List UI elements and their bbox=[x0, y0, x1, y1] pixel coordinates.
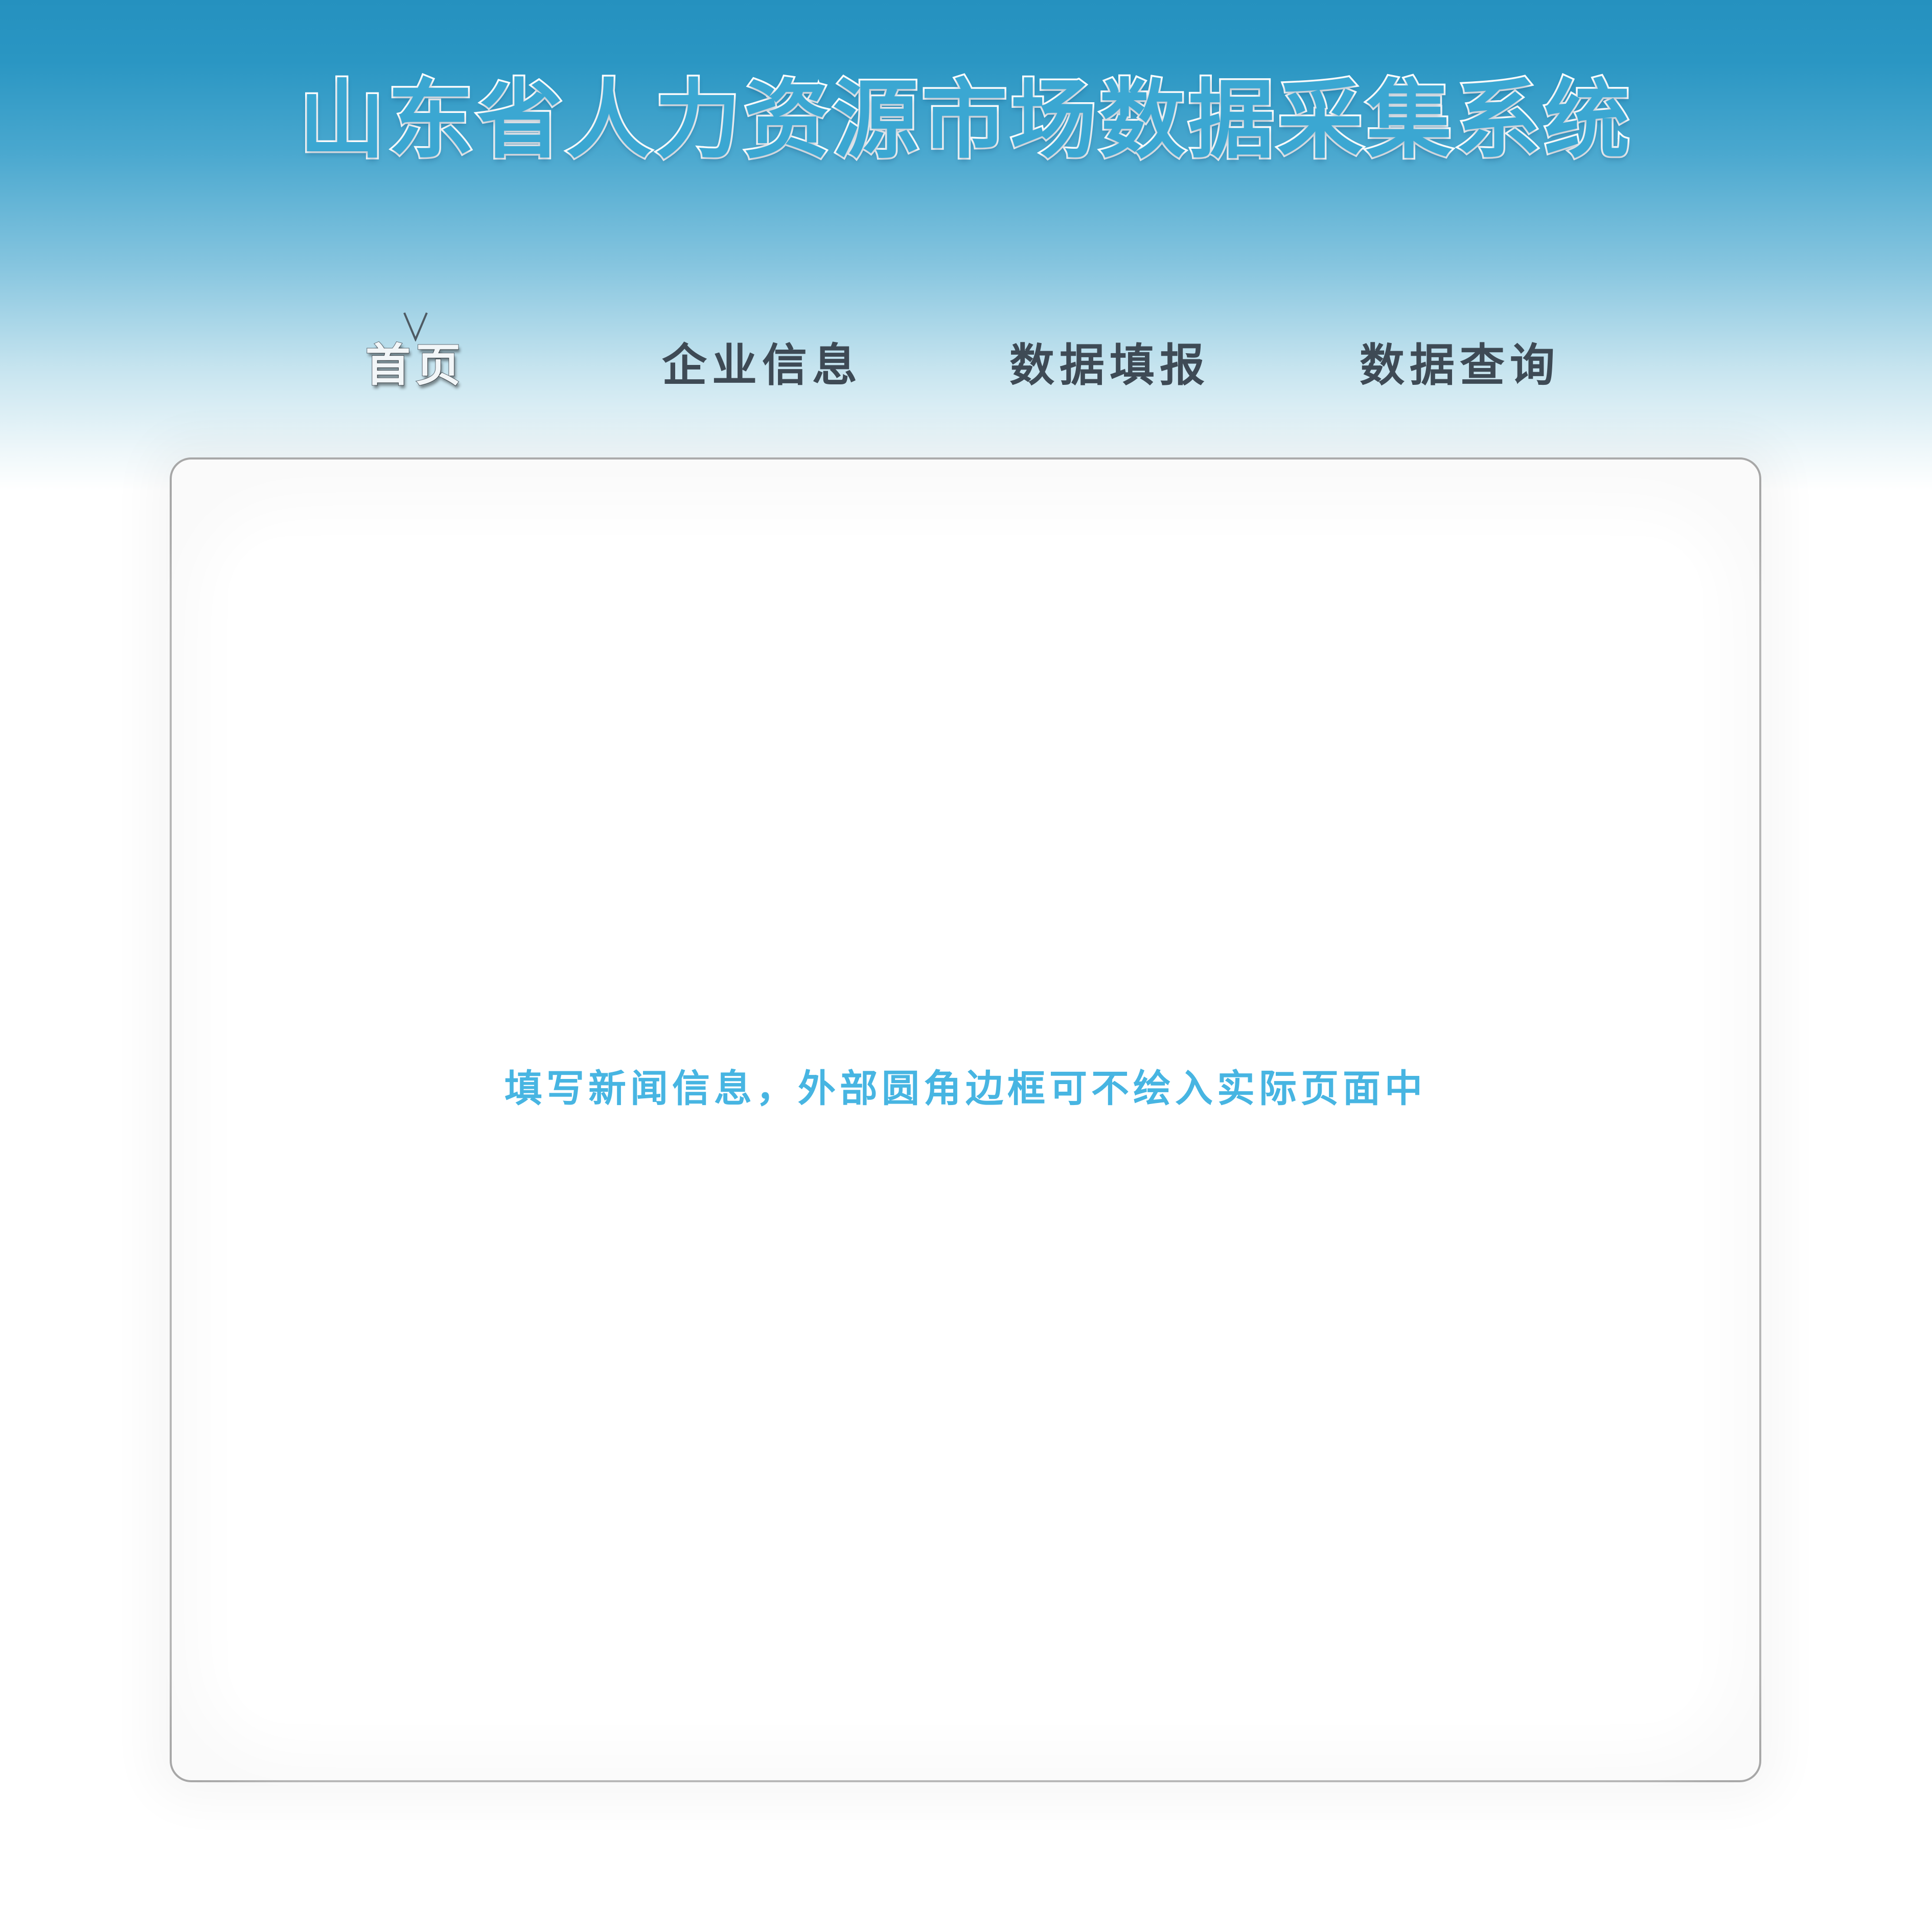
page-background: 山东省人力资源市场数据采集系统 首页 企业信息 数据填报 数据查询 填写新闻信息… bbox=[0, 0, 1932, 1932]
page-title: 山东省人力资源市场数据采集系统 bbox=[297, 68, 1633, 172]
content-area bbox=[228, 536, 1703, 1724]
nav-item-data-entry[interactable]: 数据填报 bbox=[1009, 337, 1210, 394]
nav-item-home[interactable]: 首页 bbox=[365, 337, 466, 394]
nav-item-data-query[interactable]: 数据查询 bbox=[1360, 337, 1560, 394]
content-panel: 填写新闻信息，外部圆角边框可不绘入实际页面中 bbox=[170, 457, 1761, 1782]
news-placeholder-text: 填写新闻信息，外部圆角边框可不绘入实际页面中 bbox=[504, 1067, 1427, 1111]
chevron-down-icon bbox=[403, 312, 428, 341]
nav-item-company-info[interactable]: 企业信息 bbox=[662, 337, 862, 394]
main-nav: 首页 企业信息 数据填报 数据查询 bbox=[0, 307, 1932, 409]
